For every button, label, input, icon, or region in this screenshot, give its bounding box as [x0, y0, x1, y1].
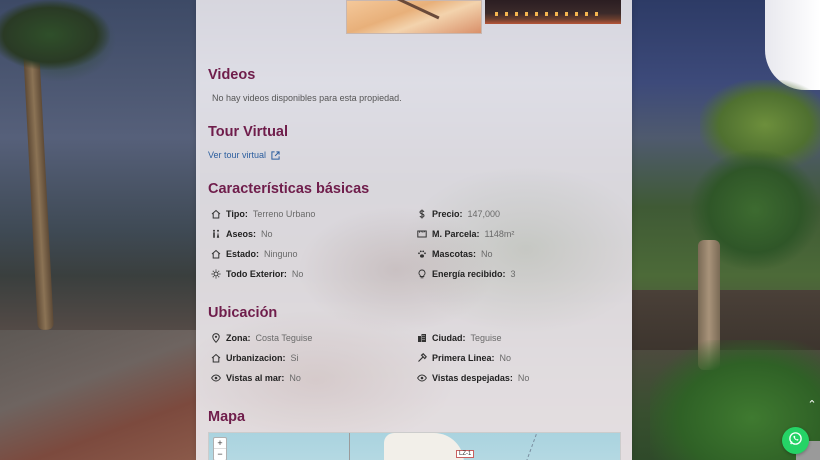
feature-row: Urbanizacion: Si — [211, 353, 299, 363]
gallery-thumbnail[interactable] — [346, 0, 482, 34]
feature-row: Vistas despejadas: No — [417, 373, 529, 383]
feature-value: Teguise — [470, 333, 502, 343]
paw-icon — [417, 249, 427, 259]
property-detail-panel: Videos No hay videos disponibles para es… — [196, 0, 632, 460]
whatsapp-icon — [788, 431, 803, 451]
feature-value: No — [291, 269, 304, 279]
feature-row: M. Parcela: 1148m² — [417, 229, 514, 239]
feature-value: Terreno Urbano — [252, 209, 316, 219]
feature-label: Mascotas: — [432, 249, 477, 259]
home-icon — [211, 249, 221, 259]
feature-row: Energía recibido: 3 — [417, 269, 516, 279]
hammer-icon — [417, 353, 427, 363]
scroll-to-top-button[interactable]: ⌃ — [805, 398, 819, 412]
zoom-in-button[interactable]: + — [214, 438, 226, 449]
virtual-tour-link-label: Ver tour virtual — [208, 150, 267, 160]
sun-icon — [211, 269, 221, 279]
whatsapp-button[interactable] — [782, 427, 809, 454]
property-map[interactable]: LZ-1 + − — [208, 432, 621, 460]
map-road-label: LZ-1 — [456, 450, 475, 458]
videos-heading: Videos — [208, 67, 256, 83]
feature-row: Tipo: Terreno Urbano — [211, 209, 315, 219]
ruler-icon — [417, 229, 427, 239]
feature-row: Todo Exterior: No — [211, 269, 303, 279]
map-road — [349, 433, 350, 460]
map-land — [384, 433, 464, 460]
feature-row: Aseos: No — [211, 229, 273, 239]
feature-value: 147,000 — [467, 209, 501, 219]
feature-value: Si — [290, 353, 299, 363]
feature-label: Todo Exterior: — [226, 269, 287, 279]
home-icon — [211, 353, 221, 363]
feature-value: No — [499, 353, 512, 363]
feature-label: Aseos: — [226, 229, 257, 239]
feature-value: No — [261, 229, 273, 239]
gallery-thumbnail[interactable] — [485, 0, 621, 24]
background-palm-leaves — [0, 0, 110, 70]
feature-row: Precio: 147,000 — [417, 209, 500, 219]
feature-label: Vistas despejadas: — [432, 373, 513, 383]
feature-row: Primera Linea: No — [417, 353, 511, 363]
feature-label: Vistas al mar: — [226, 373, 285, 383]
zoom-out-button[interactable]: − — [214, 449, 226, 460]
feature-value: Costa Teguise — [255, 333, 313, 343]
feature-row: Zona: Costa Teguise — [211, 333, 312, 343]
background-road — [0, 330, 200, 460]
feature-label: M. Parcela: — [432, 229, 480, 239]
feature-value: No — [289, 373, 301, 383]
feature-value: No — [517, 373, 530, 383]
feature-label: Energía recibido: — [432, 269, 506, 279]
tour-heading: Tour Virtual — [208, 124, 289, 140]
map-heading: Mapa — [208, 409, 246, 425]
feature-value: Ninguno — [264, 249, 298, 259]
feature-label: Primera Linea: — [432, 353, 495, 363]
feature-label: Estado: — [226, 249, 260, 259]
feature-row: Estado: Ninguno — [211, 249, 298, 259]
dollar-icon — [417, 209, 427, 219]
videos-empty-message: No hay videos disponibles para esta prop… — [212, 93, 402, 103]
feature-label: Precio: — [432, 209, 463, 219]
eye-icon — [211, 373, 221, 383]
basic-features-heading: Características básicas — [208, 181, 370, 197]
home-icon — [211, 209, 221, 219]
feature-label: Urbanizacion: — [226, 353, 286, 363]
building-icon — [417, 333, 427, 343]
feature-row: Mascotas: No — [417, 249, 493, 259]
feature-label: Ciudad: — [432, 333, 466, 343]
feature-row: Vistas al mar: No — [211, 373, 301, 383]
location-heading: Ubicación — [208, 305, 278, 321]
map-zoom-control: + − — [213, 437, 227, 460]
feature-value: No — [481, 249, 493, 259]
feature-value: 3 — [510, 269, 516, 279]
map-ferry-route — [522, 434, 537, 460]
virtual-tour-link[interactable]: Ver tour virtual — [208, 150, 280, 160]
feature-label: Zona: — [226, 333, 251, 343]
external-link-icon — [271, 150, 280, 160]
bulb-icon — [417, 269, 427, 279]
restroom-icon — [211, 229, 221, 239]
feature-value: 1148m² — [484, 229, 515, 239]
eye-icon — [417, 373, 427, 383]
feature-label: Tipo: — [226, 209, 248, 219]
feature-row: Ciudad: Teguise — [417, 333, 502, 343]
pin-icon — [211, 333, 221, 343]
